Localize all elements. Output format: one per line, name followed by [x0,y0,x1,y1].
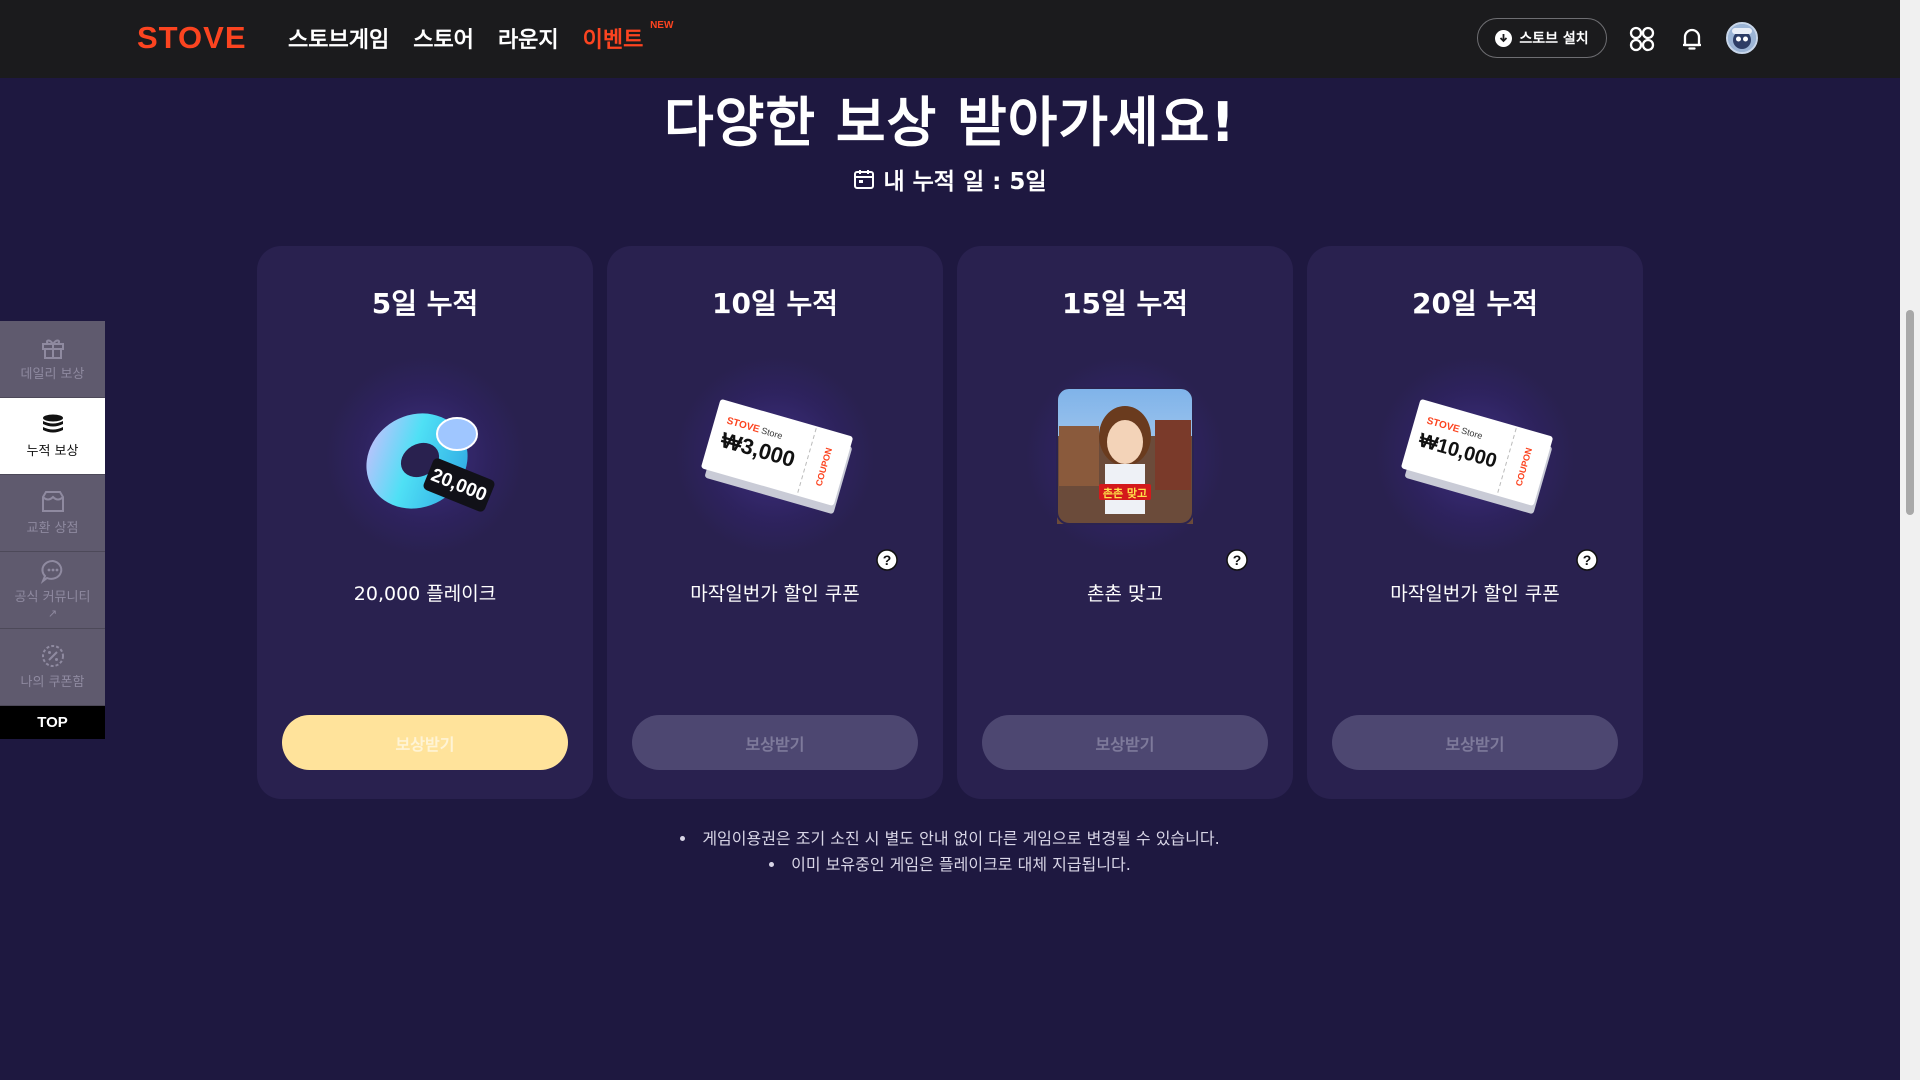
svg-text:?: ? [1583,552,1592,568]
nav-item-store[interactable]: 스토어 [413,22,474,54]
reward-card-15-days: 15일 누적 촌촌 맞고 ? 촌촌 맞고 보상받기 [957,246,1293,799]
card-reward-label: 마작일번가 할인 쿠폰 [1390,583,1560,605]
nav-item-stove-games[interactable]: 스토브게임 [288,22,389,54]
coupon-icon [41,645,64,667]
reward-card-10-days: 10일 누적 STOVE Store ₩3,000 COUPON ? 마작일번가… [607,246,943,799]
nav-item-event[interactable]: 이벤트 NEW [582,20,674,54]
card-title: 15일 누적 [1062,287,1188,320]
reward-card-5-days: 5일 누적 20,000 20,000 플레이크 보상받기 [257,246,593,799]
accumulated-days: 내 누적 일 : 5일 [0,162,1900,196]
claim-reward-button[interactable]: 보상받기 [632,715,918,770]
main-nav: 스토브게임 스토어 라운지 이벤트 NEW [288,20,674,54]
nav-item-lounge[interactable]: 라운지 [498,22,559,54]
stove-install-button[interactable]: 스토브 설치 [1477,18,1607,58]
shop-icon [41,491,64,512]
flake-ring-image: 20,000 [325,356,525,556]
dock-item-official-community[interactable]: 공식 커뮤니티 ↗ [0,552,105,629]
scrollbar-thumb[interactable] [1906,310,1914,515]
game-cover-title: 촌촌 맞고 [1103,486,1147,500]
scroll-top-button[interactable]: TOP [0,706,105,739]
dock-item-label: 누적 보상 [26,444,79,459]
side-dock: 데일리 보상 누적 보상 교환 상점 공식 커뮤니티 ↗ 나의 쿠폰함 TOP [0,321,105,739]
dock-item-my-coupons[interactable]: 나의 쿠폰함 [0,629,105,706]
page-title: 다양한 보상 받아가세요! [663,91,1237,154]
dock-item-label: 공식 커뮤니티 [14,590,91,605]
notice-item: 게임이용권은 조기 소진 시 별도 안내 없이 다른 게임으로 변경될 수 있습… [0,826,1900,852]
card-reward-label: 마작일번가 할인 쿠폰 [690,583,860,605]
new-badge: NEW [650,20,674,31]
dock-item-label: 데일리 보상 [20,367,85,382]
bell-icon[interactable] [1677,24,1707,54]
card-title: 10일 누적 [712,287,838,320]
claim-reward-button[interactable]: 보상받기 [982,715,1268,770]
dock-item-accumulated-reward[interactable]: 누적 보상 [0,398,105,475]
coupon-image: STOVE Store ₩3,000 COUPON [675,356,875,556]
card-reward-label: 촌촌 맞고 [1087,583,1163,605]
top-navigation: STOVE 스토브게임 스토어 라운지 이벤트 NEW 스토브 설치 [0,0,1900,78]
coin-stack-icon [42,414,63,433]
coupon-image: STOVE Store ₩10,000 COUPON [1375,356,1575,556]
svg-text:?: ? [883,552,892,568]
game-cover-image: 촌촌 맞고 [1025,356,1225,556]
reward-cards: 5일 누적 20,000 20,000 플레이크 보상받기 10일 누적 STO… [257,246,1643,799]
gift-icon [41,339,64,359]
dock-item-daily-reward[interactable]: 데일리 보상 [0,321,105,398]
chat-icon [40,560,62,584]
reward-card-20-days: 20일 누적 STOVE Store ₩10,000 COUPON ? 마작일번… [1307,246,1643,799]
dock-item-exchange-shop[interactable]: 교환 상점 [0,475,105,552]
notice-item: 이미 보유중인 게임은 플레이크로 대체 지급됩니다. [0,852,1900,878]
accumulated-days-text: 내 누적 일 : 5일 [883,169,1047,195]
avatar[interactable] [1726,22,1758,54]
dock-item-label: 나의 쿠폰함 [20,675,85,690]
stove-logo[interactable]: STOVE [137,20,247,56]
notice-list: 게임이용권은 조기 소진 시 별도 안내 없이 다른 게임으로 변경될 수 있습… [0,826,1900,878]
card-title: 20일 누적 [1412,287,1538,320]
claim-reward-button[interactable]: 보상받기 [282,715,568,770]
apps-grid-icon[interactable] [1627,24,1657,54]
card-title: 5일 누적 [371,287,479,320]
page-scrollbar[interactable] [1900,0,1920,1080]
help-icon[interactable]: ? [1225,548,1249,572]
external-link-icon: ↗ [47,607,58,620]
svg-text:?: ? [1233,552,1242,568]
card-reward-label: 20,000 플레이크 [353,583,497,605]
claim-reward-button[interactable]: 보상받기 [1332,715,1618,770]
help-icon[interactable]: ? [1575,548,1599,572]
nav-item-event-label: 이벤트 [582,28,644,53]
dock-item-label: 교환 상점 [26,521,79,536]
help-icon[interactable]: ? [875,548,899,572]
download-icon [1495,29,1513,47]
stove-install-label: 스토브 설치 [1519,31,1589,47]
calendar-icon [854,170,875,189]
